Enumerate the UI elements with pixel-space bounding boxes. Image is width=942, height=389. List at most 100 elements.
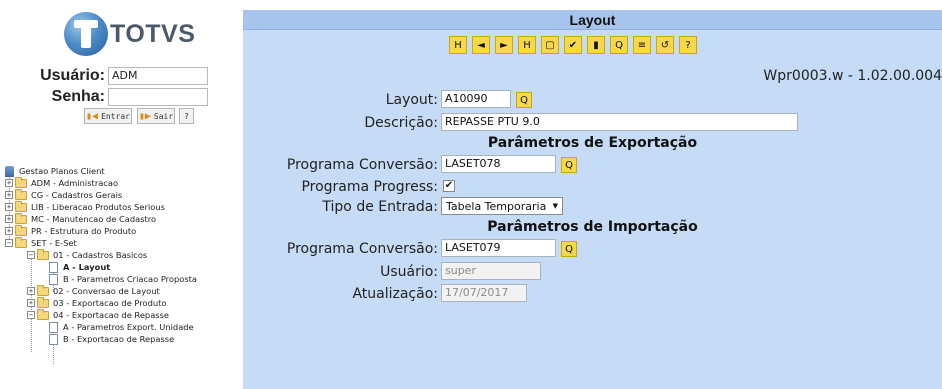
user-label: Usuário: xyxy=(40,67,105,84)
tipo-entrada-label: Tipo de Entrada: xyxy=(322,199,438,215)
brand-name: TOTVS xyxy=(110,19,196,48)
help-button[interactable]: ? xyxy=(179,108,194,124)
tree-item-exportacao-de-repasse[interactable]: B - Exportacao de Repasse xyxy=(49,333,174,345)
tree-item-mc[interactable]: + MC - Manutencao de Cadastro xyxy=(5,212,157,225)
tree-item-label: LIB - Liberacao Produtos Serious xyxy=(31,202,165,212)
expand-icon[interactable]: + xyxy=(5,215,13,223)
tree-item-label: PR - Estrutura do Produto xyxy=(31,226,137,236)
usuario-input[interactable]: super xyxy=(441,262,541,280)
folder-icon xyxy=(15,176,27,188)
sidebar: TOTVS Usuário: ADM Senha: ▮◀ Entrar ▮▶ S… xyxy=(0,0,243,389)
import-section-title: Parâmetros de Importação xyxy=(487,219,698,235)
tree-item-label: A - Parametros Export. Unidade xyxy=(63,322,194,332)
new-record-button[interactable]: ▢ xyxy=(541,36,559,54)
tree-item-pr[interactable]: + PR - Estrutura do Produto xyxy=(5,224,137,237)
tree-item-layout[interactable]: A - Layout xyxy=(49,261,110,273)
app-window: TOTVS Usuário: ADM Senha: ▮◀ Entrar ▮▶ S… xyxy=(0,0,942,389)
tree-item-parametros-proposta[interactable]: B - Parametros Criacao Proposta xyxy=(49,273,197,285)
tree-item-label: 04 - Exportacao de Repasse xyxy=(53,310,170,320)
totvs-globe-icon xyxy=(64,12,108,56)
page-icon xyxy=(49,333,58,345)
tree-item-label: 03 - Exportacao de Produto xyxy=(53,298,167,308)
tree-item-lib[interactable]: + LIB - Liberacao Produtos Serious xyxy=(5,200,165,213)
descricao-label: Descrição: xyxy=(364,115,438,131)
save-button[interactable]: ✔ xyxy=(564,36,582,54)
atualizacao-label: Atualização: xyxy=(352,286,438,302)
folder-icon xyxy=(37,284,49,296)
tree-item-label: ADM - Administracao xyxy=(31,178,119,188)
layout-zoom-icon[interactable]: Q xyxy=(516,92,532,108)
prog-conv-export-input[interactable]: LASET078 xyxy=(441,155,556,173)
prog-conv-import-label: Programa Conversão: xyxy=(286,241,438,257)
tree-item-set[interactable]: − SET - E-Set xyxy=(5,236,77,249)
collapse-icon[interactable]: − xyxy=(27,311,35,319)
tipo-entrada-value: Tabela Temporaria xyxy=(446,199,547,213)
expand-icon[interactable]: + xyxy=(27,287,35,295)
tree-item-exportacao-produto[interactable]: + 03 - Exportacao de Produto xyxy=(27,296,167,309)
delete-button[interactable]: ▮ xyxy=(587,36,605,54)
last-record-button[interactable]: H xyxy=(518,36,536,54)
folder-open-icon xyxy=(15,236,27,248)
previous-record-button[interactable]: ◄ xyxy=(472,36,490,54)
tree-item-adm[interactable]: + ADM - Administracao xyxy=(5,176,119,189)
folder-icon xyxy=(15,200,27,212)
page-title: Layout xyxy=(243,10,942,30)
expand-icon[interactable]: + xyxy=(27,299,35,307)
totvs-logo: TOTVS xyxy=(64,12,195,56)
descricao-input[interactable]: REPASSE PTU 9.0 xyxy=(441,113,798,131)
layout-input[interactable]: A10090 xyxy=(441,90,511,108)
tree-item-label: 01 - Cadastros Basicos xyxy=(53,250,148,260)
tree-root[interactable]: Gestao Planos Client xyxy=(5,165,105,177)
prog-progress-label: Programa Progress: xyxy=(301,179,438,195)
page-icon xyxy=(49,261,58,273)
enter-icon: ▮◀ xyxy=(86,110,99,122)
undo-button[interactable]: ↺ xyxy=(656,36,674,54)
tree-item-conversao-layout[interactable]: + 02 - Conversao de Layout xyxy=(27,284,160,297)
version-label: Wpr0003.w - 1.02.00.004 xyxy=(763,68,942,84)
expand-icon[interactable]: + xyxy=(5,179,13,187)
tree-item-parametros-export-unidade[interactable]: A - Parametros Export. Unidade xyxy=(49,321,194,333)
tree-item-cg[interactable]: + CG - Cadastros Gerais xyxy=(5,188,122,201)
prog-conv-export-label: Programa Conversão: xyxy=(286,157,438,173)
search-button[interactable]: Q xyxy=(610,36,628,54)
tree-item-label: SET - E-Set xyxy=(31,238,77,248)
folder-icon xyxy=(15,224,27,236)
folder-icon xyxy=(37,296,49,308)
tree-item-cadastros-basicos[interactable]: − 01 - Cadastros Basicos xyxy=(27,248,148,261)
tree-item-exportacao-repasse[interactable]: − 04 - Exportacao de Repasse xyxy=(27,308,170,321)
atualizacao-input[interactable]: 17/07/2017 xyxy=(441,284,527,302)
password-label: Senha: xyxy=(51,88,105,105)
page-icon xyxy=(49,273,58,285)
user-input[interactable]: ADM xyxy=(108,67,208,85)
password-input[interactable] xyxy=(108,88,208,106)
enter-button[interactable]: ▮◀ Entrar xyxy=(84,108,132,124)
next-record-button[interactable]: ► xyxy=(495,36,513,54)
collapse-icon[interactable]: − xyxy=(5,239,13,247)
help-label: ? xyxy=(184,111,189,121)
toolbar: H ◄ ► H ▢ ✔ ▮ Q ≡ ↺ ? xyxy=(449,36,697,54)
page-icon xyxy=(49,321,58,333)
usuario-label: Usuário: xyxy=(380,264,438,280)
expand-icon[interactable]: + xyxy=(5,191,13,199)
prog-conv-export-zoom-icon[interactable]: Q xyxy=(561,157,577,173)
collapse-icon[interactable]: − xyxy=(27,251,35,259)
export-section-title: Parâmetros de Exportação xyxy=(487,135,698,151)
enter-label: Entrar xyxy=(101,111,130,121)
help-button[interactable]: ? xyxy=(679,36,697,54)
folder-icon xyxy=(15,212,27,224)
prog-conv-import-zoom-icon[interactable]: Q xyxy=(561,241,577,257)
list-button[interactable]: ≡ xyxy=(633,36,651,54)
expand-icon[interactable]: + xyxy=(5,227,13,235)
exit-icon: ▮▶ xyxy=(138,110,151,122)
tree-item-label: B - Parametros Criacao Proposta xyxy=(63,274,197,284)
tipo-entrada-select[interactable]: Tabela Temporaria ▼ xyxy=(441,197,563,215)
folder-open-icon xyxy=(37,248,49,260)
layout-label: Layout: xyxy=(385,92,438,108)
tree-item-label: A - Layout xyxy=(63,262,111,272)
exit-button[interactable]: ▮▶ Sair xyxy=(137,108,175,124)
prog-progress-checkbox[interactable]: ✔ xyxy=(443,180,455,192)
first-record-button[interactable]: H xyxy=(449,36,467,54)
expand-icon[interactable]: + xyxy=(5,203,13,211)
prog-conv-import-input[interactable]: LASET079 xyxy=(441,239,556,257)
tree-item-label: MC - Manutencao de Cadastro xyxy=(31,214,157,224)
